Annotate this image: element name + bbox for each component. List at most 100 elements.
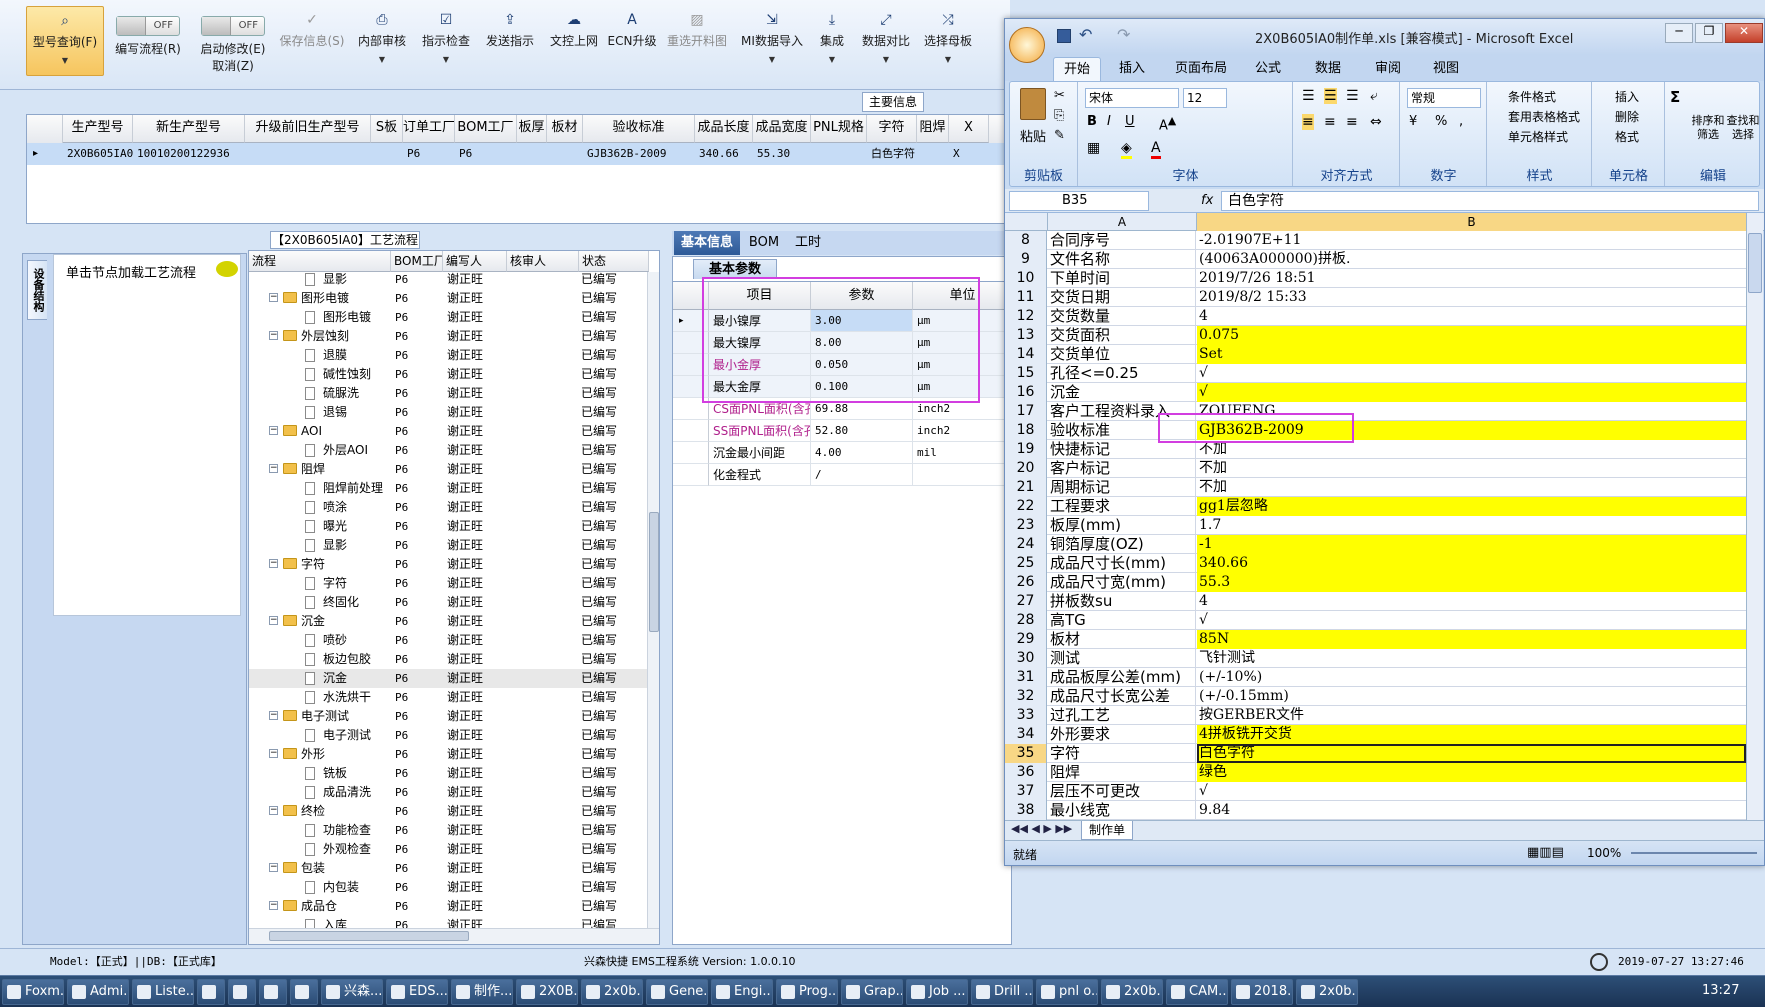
scroll-thumb[interactable]: [649, 512, 659, 632]
cell-b[interactable]: Set: [1197, 345, 1746, 364]
cell-b[interactable]: (+/-0.15mm): [1197, 687, 1746, 706]
taskbar-item[interactable]: Admi...: [67, 979, 129, 1005]
font-size-select[interactable]: 12: [1183, 88, 1227, 108]
cell-b[interactable]: 2019/7/26 18:51: [1197, 269, 1746, 288]
cell-a[interactable]: 层压不可更改: [1048, 782, 1196, 801]
taskbar-item[interactable]: Drill ...: [971, 979, 1033, 1005]
cell-b[interactable]: 按GERBER文件: [1197, 706, 1746, 725]
column-header-a[interactable]: A: [1048, 213, 1197, 231]
sheet-row[interactable]: 27 拼板数su 4: [1005, 592, 1746, 611]
row-number[interactable]: 9: [1005, 250, 1047, 269]
ribbon-tab[interactable]: 视图: [1423, 57, 1469, 81]
comma-icon[interactable]: ,: [1459, 114, 1463, 129]
sub-tab-basic-params[interactable]: 基本参数: [693, 259, 777, 279]
ecn-upgrade-button[interactable]: A ECN升级: [606, 6, 658, 76]
cell-a[interactable]: 客户标记: [1048, 459, 1196, 478]
cell-b[interactable]: 4拼板铣开交货: [1197, 725, 1746, 744]
row-number[interactable]: 23: [1005, 516, 1047, 535]
tree-row[interactable]: 喷砂 P6 谢正旺 已编写: [249, 631, 649, 650]
sheet-row[interactable]: 12 交货数量 4: [1005, 307, 1746, 326]
cell-a[interactable]: 拼板数su: [1048, 592, 1196, 611]
view-buttons-icon[interactable]: ▦▥▤: [1527, 845, 1564, 860]
row-number[interactable]: 33: [1005, 706, 1047, 725]
collapse-icon[interactable]: −: [269, 863, 278, 872]
zoom-level[interactable]: 100%: [1587, 846, 1621, 860]
tree-row[interactable]: − AOI P6 谢正旺 已编写: [249, 422, 649, 441]
sheet-row[interactable]: 13 交货面积 0.075: [1005, 326, 1746, 345]
collapse-icon[interactable]: −: [269, 616, 278, 625]
merge-icon[interactable]: ⇔: [1370, 114, 1382, 130]
grid-cell[interactable]: 340.66: [699, 144, 753, 164]
cut-icon[interactable]: ✂: [1054, 88, 1065, 103]
cell-a[interactable]: 孔径<=0.25: [1048, 364, 1196, 383]
sheet-nav-icons[interactable]: ◀◀ ◀ ▶ ▶▶: [1011, 822, 1072, 835]
taskbar-item[interactable]: 2x0b...: [1101, 979, 1163, 1005]
sheet-row[interactable]: 16 沉金 √: [1005, 383, 1746, 402]
sheet-row[interactable]: 15 孔径<=0.25 √: [1005, 364, 1746, 383]
collapse-icon[interactable]: −: [269, 559, 278, 568]
tree-row[interactable]: − 沉金 P6 谢正旺 已编写: [249, 612, 649, 631]
column-header[interactable]: X: [949, 115, 989, 143]
underline-icon[interactable]: U: [1125, 114, 1135, 129]
horizontal-scrollbar[interactable]: [249, 928, 659, 944]
collapse-icon[interactable]: −: [269, 426, 278, 435]
currency-icon[interactable]: ¥: [1409, 114, 1417, 129]
row-number[interactable]: 36: [1005, 763, 1047, 782]
tree-row[interactable]: − 图形电镀 P6 谢正旺 已编写: [249, 289, 649, 308]
row-number[interactable]: 34: [1005, 725, 1047, 744]
tree-row[interactable]: 阻焊前处理 P6 谢正旺 已编写: [249, 479, 649, 498]
taskbar-item[interactable]: [290, 979, 318, 1005]
column-header[interactable]: 生产型号: [63, 115, 133, 143]
row-number[interactable]: 26: [1005, 573, 1047, 592]
paste-icon[interactable]: [1020, 88, 1046, 120]
zoom-slider[interactable]: [1631, 852, 1757, 854]
device-structure-side-tab[interactable]: 设备结构: [27, 260, 47, 320]
sheet-row[interactable]: 35 字符 白色字符: [1005, 744, 1746, 763]
cell-style-button[interactable]: 单元格样式: [1508, 128, 1568, 145]
align-bottom-icon[interactable]: ☰: [1346, 88, 1359, 104]
sheet-row[interactable]: 18 验收标准 GJB362B-2009: [1005, 421, 1746, 440]
tree-row[interactable]: 外观检查 P6 谢正旺 已编写: [249, 840, 649, 859]
sheet-row[interactable]: 8 合同序号 -2.01907E+11: [1005, 231, 1746, 250]
sheet-row[interactable]: 10 下单时间 2019/7/26 18:51: [1005, 269, 1746, 288]
tree-row[interactable]: 曝光 P6 谢正旺 已编写: [249, 517, 649, 536]
insert-button[interactable]: 插入: [1615, 88, 1639, 105]
grow-font-icon[interactable]: A▲: [1159, 114, 1176, 133]
tree-row[interactable]: 电子测试 P6 谢正旺 已编写: [249, 726, 649, 745]
tree-row[interactable]: 水洗烘干 P6 谢正旺 已编写: [249, 688, 649, 707]
align-right-icon[interactable]: ≡: [1346, 114, 1358, 130]
cell-b[interactable]: √: [1197, 782, 1746, 801]
cell-b[interactable]: 白色字符: [1197, 744, 1746, 763]
tree-row[interactable]: − 字符 P6 谢正旺 已编写: [249, 555, 649, 574]
column-header[interactable]: 订单工厂: [403, 115, 455, 143]
cell-b[interactable]: 1.7: [1197, 516, 1746, 535]
row-number[interactable]: 37: [1005, 782, 1047, 801]
instruction-check-button[interactable]: ☑ 指示检查 ▼: [416, 6, 476, 76]
formula-input[interactable]: 白色字符: [1221, 191, 1759, 211]
row-number[interactable]: 22: [1005, 497, 1047, 516]
collapse-icon[interactable]: −: [269, 331, 278, 340]
save-icon[interactable]: [1057, 29, 1071, 43]
cell-a[interactable]: 成品尺寸长宽公差: [1048, 687, 1196, 706]
tree-row[interactable]: − 成品仓 P6 谢正旺 已编写: [249, 897, 649, 916]
grid-cell[interactable]: P6: [407, 144, 455, 164]
excel-window[interactable]: ↶ ↷ 2X0B605IA0制作单.xls [兼容模式] - Microsoft…: [1004, 18, 1765, 866]
send-instruction-button[interactable]: ⇪ 发送指示: [480, 6, 540, 76]
cell-a[interactable]: 工程要求: [1048, 497, 1196, 516]
taskbar-item[interactable]: Engi...: [711, 979, 773, 1005]
cell-a[interactable]: 文件名称: [1048, 250, 1196, 269]
grid-cell[interactable]: 55.30: [757, 144, 811, 164]
taskbar-item[interactable]: Foxm...: [2, 979, 64, 1005]
sheet-row[interactable]: 26 成品尺寸宽(mm) 55.3: [1005, 573, 1746, 592]
font-name-select[interactable]: 宋体: [1085, 88, 1179, 108]
collapse-icon[interactable]: −: [269, 806, 278, 815]
row-number[interactable]: 24: [1005, 535, 1047, 554]
column-header[interactable]: 核审人: [507, 251, 579, 272]
cell-b[interactable]: -2.01907E+11: [1197, 231, 1746, 250]
close-button[interactable]: ✕: [1725, 23, 1763, 43]
toggle-switch[interactable]: OFF: [116, 16, 180, 36]
cell-b[interactable]: √: [1197, 383, 1746, 402]
doc-control-upload-button[interactable]: ☁ 文控上网: [544, 6, 604, 76]
tab-basic-info[interactable]: 基本信息: [674, 231, 740, 255]
excel-title-bar[interactable]: ↶ ↷ 2X0B605IA0制作单.xls [兼容模式] - Microsoft…: [1005, 19, 1764, 63]
